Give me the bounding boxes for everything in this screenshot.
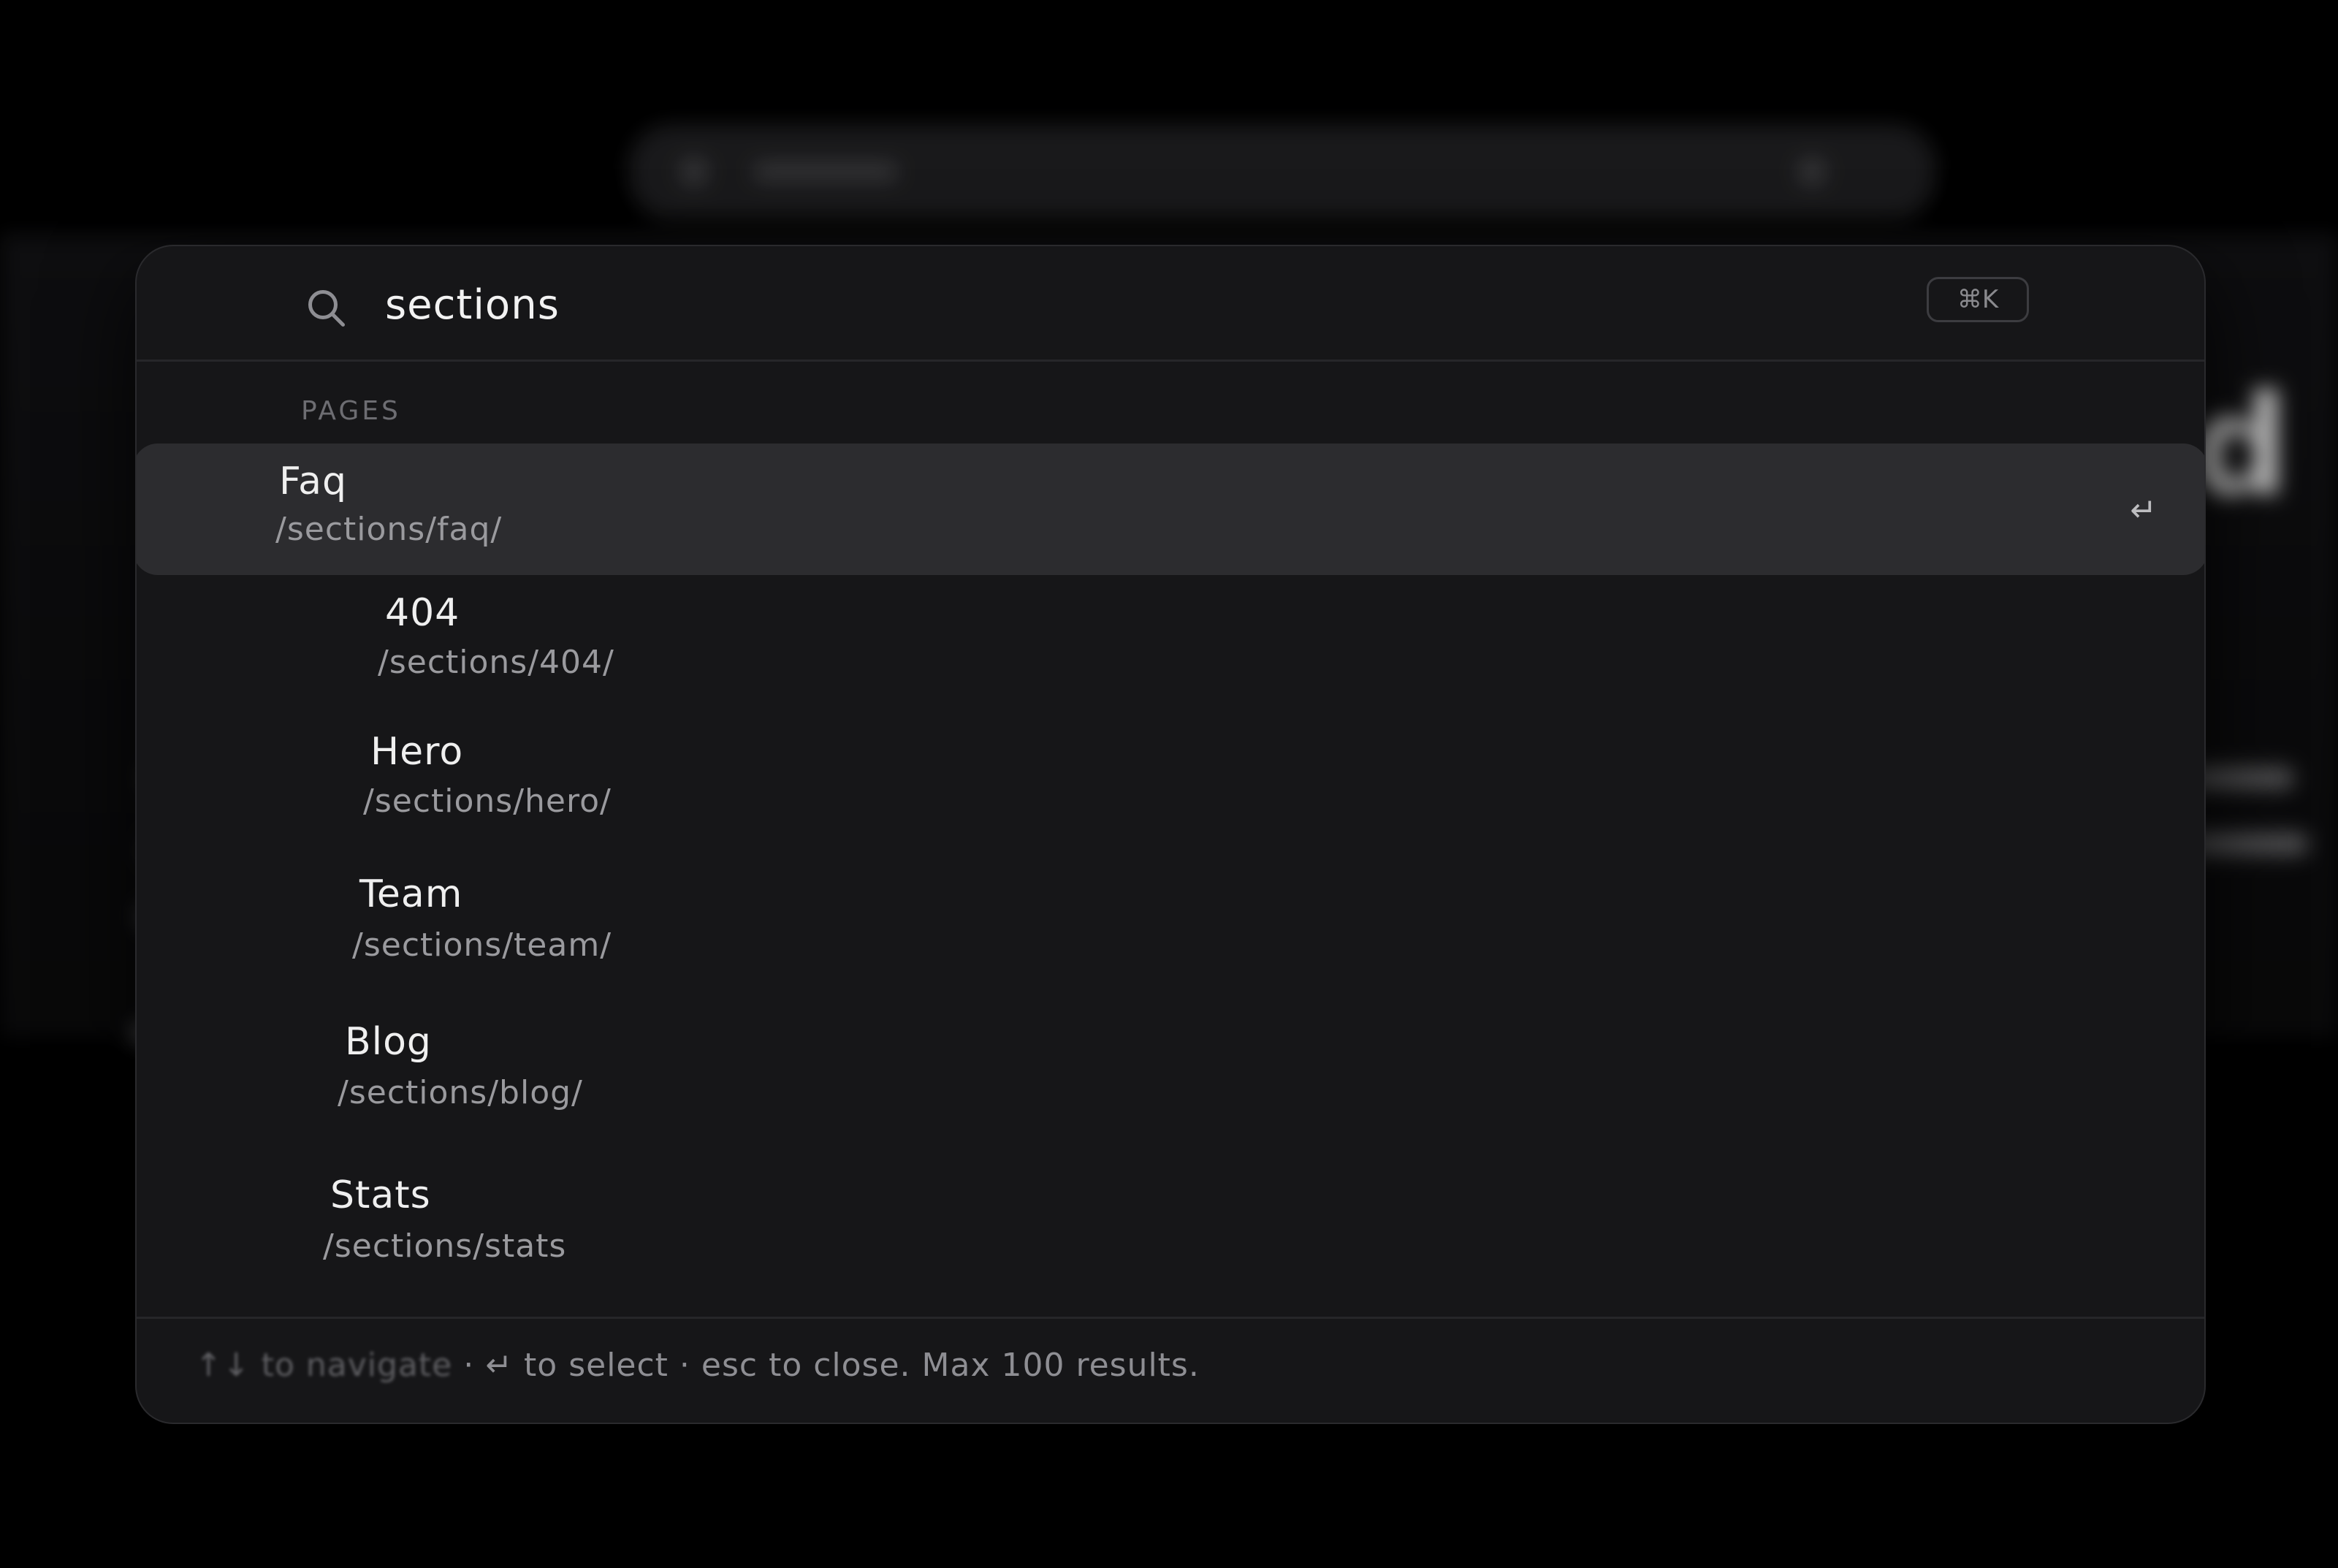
results-group-label: PAGES <box>301 396 401 426</box>
result-title: Blog <box>345 1020 432 1064</box>
navigate-hint: ↑↓ to navigate <box>195 1347 453 1384</box>
enter-icon: ↵ <box>2130 492 2157 529</box>
background-logo <box>679 157 709 186</box>
result-path: /sections/stats <box>323 1228 567 1265</box>
result-path: /sections/404/ <box>378 644 614 681</box>
background-nav-text <box>753 162 899 181</box>
keyboard-hints: ↑↓ to navigate · ↵ to select · esc to cl… <box>195 1347 1200 1384</box>
result-title: 404 <box>385 591 460 635</box>
background-navbar <box>628 124 1936 219</box>
result-path: /sections/team/ <box>352 926 612 964</box>
result-title: Hero <box>370 730 464 774</box>
search-icon <box>308 290 345 327</box>
result-title: Faq <box>279 460 348 503</box>
result-item-hero[interactable]: Hero /sections/hero/ <box>137 721 2204 853</box>
result-item-404[interactable]: 404 /sections/404/ <box>137 582 2204 714</box>
results-list: Faq /sections/faq/ ↵ 404 /sections/404/ … <box>137 444 2204 1291</box>
background-avatar <box>1797 157 1827 186</box>
search-bar: ⌘K <box>137 246 2204 362</box>
keyboard-shortcut-badge: ⌘K <box>1927 277 2029 322</box>
result-title: Team <box>359 872 463 916</box>
result-item-blog[interactable]: Blog /sections/blog/ <box>137 1010 2204 1141</box>
result-item-team[interactable]: Team /sections/team/ <box>137 864 2204 995</box>
command-palette: ⌘K PAGES Faq /sections/faq/ ↵ 404 /secti… <box>135 245 2206 1424</box>
result-title: Stats <box>330 1173 431 1217</box>
search-input[interactable] <box>385 268 1554 341</box>
result-path: /sections/faq/ <box>275 511 503 548</box>
result-path: /sections/hero/ <box>363 783 612 820</box>
result-item-stats[interactable]: Stats /sections/stats <box>137 1163 2204 1295</box>
palette-footer: ↑↓ to navigate · ↵ to select · esc to cl… <box>137 1317 2204 1423</box>
select-close-hint: · ↵ to select · esc to close. Max 100 re… <box>463 1347 1200 1384</box>
result-item-faq[interactable]: Faq /sections/faq/ ↵ <box>137 444 2204 575</box>
result-path: /sections/blog/ <box>338 1074 583 1111</box>
